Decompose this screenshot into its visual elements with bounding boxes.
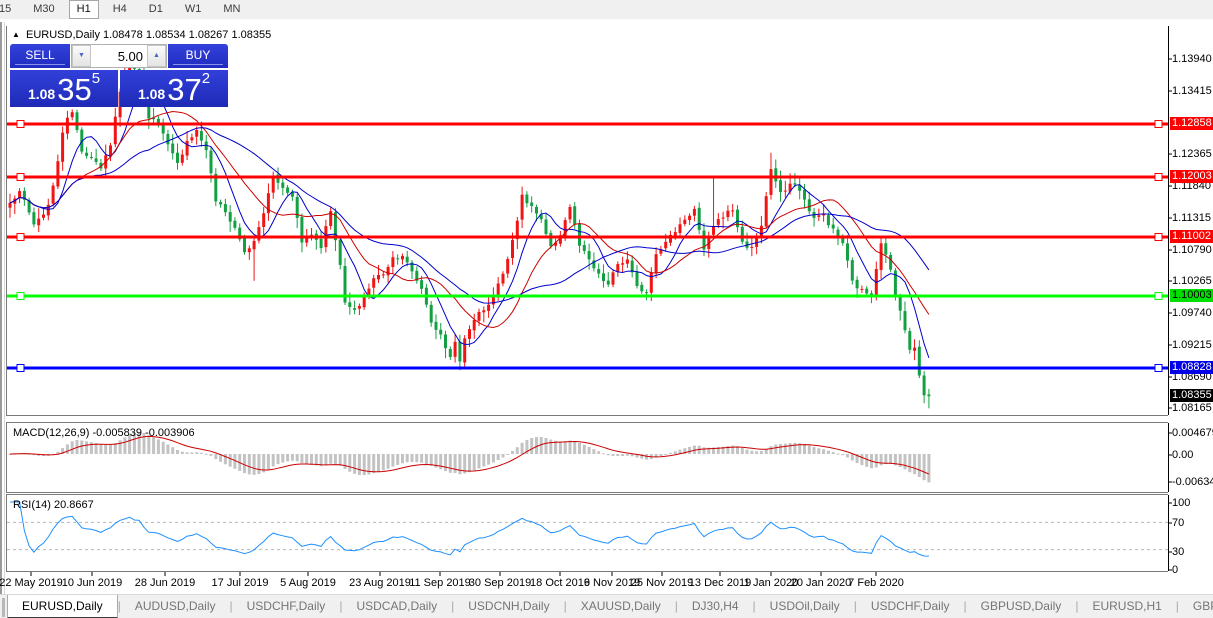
current-price-badge: 1.08355 xyxy=(1170,389,1213,402)
price-axis-label: 1.12365 xyxy=(1172,148,1212,160)
date-label: 23 Aug 2019 xyxy=(349,577,411,589)
macd-axis-label: -0.00634 xyxy=(1172,476,1213,488)
date-label: 30 Sep 2019 xyxy=(468,577,532,589)
rsi-axis-label: 0 xyxy=(1172,564,1179,576)
buy-price-panel[interactable]: 1.08 37 2 xyxy=(120,70,228,107)
rsi-axis-label: 70 xyxy=(1172,517,1185,529)
tab-xauusd-daily[interactable]: XAUUSD,Daily xyxy=(567,595,675,618)
sell-price-big: 35 xyxy=(57,72,92,107)
tab-usdoil-daily[interactable]: USDOil,Daily xyxy=(756,595,854,618)
buy-price-big: 37 xyxy=(167,72,202,107)
tab-usdchf-daily[interactable]: USDCHF,Daily xyxy=(233,595,340,618)
tab-usdcad-daily[interactable]: USDCAD,Daily xyxy=(342,595,451,618)
date-label: 5 Aug 2019 xyxy=(280,577,336,589)
level-line-handle[interactable] xyxy=(1154,173,1163,181)
date-label: 7 Feb 2020 xyxy=(848,577,904,589)
price-axis-label: 1.10265 xyxy=(1172,275,1212,287)
sell-price-panel[interactable]: 1.08 35 5 xyxy=(10,70,118,107)
tab-bar-gripper xyxy=(2,598,5,617)
tab-eurusd-h1[interactable]: EURUSD,H1 xyxy=(1078,595,1175,618)
rsi-indicator-label: RSI(14) 20.8667 xyxy=(13,499,94,511)
level-line-handle[interactable] xyxy=(1154,292,1163,300)
buy-price-pip: 2 xyxy=(201,70,211,87)
price-axis-label: 1.10790 xyxy=(1172,244,1212,256)
date-label: 28 Jun 2019 xyxy=(134,577,196,589)
tab-gbpusd-daily[interactable]: GBPUSD,Daily xyxy=(967,595,1076,618)
rsi-axis-label: 100 xyxy=(1172,497,1191,509)
price-axis-label: 1.09740 xyxy=(1172,307,1212,319)
date-label: 13 Dec 2019 xyxy=(688,577,752,589)
price-axis-label: 1.09215 xyxy=(1172,339,1212,351)
macd-axis-label: 0.00 xyxy=(1172,449,1194,461)
chart-title-ohlc: EURUSD,Daily 1.08478 1.08534 1.08267 1.0… xyxy=(26,29,272,41)
level-line-handle[interactable] xyxy=(16,292,25,300)
rsi-axis-label: 30 xyxy=(1172,546,1185,558)
level-line-handle[interactable] xyxy=(16,364,25,372)
moving-average-line-30 xyxy=(9,127,930,304)
date-label: 18 Oct 2019 xyxy=(530,577,590,589)
sell-price-prefix: 1.08 xyxy=(27,86,56,102)
date-label: 10 Jun 2019 xyxy=(61,577,123,589)
level-line-handle[interactable] xyxy=(16,120,25,128)
volume-stepper: ▼ ▲ xyxy=(71,44,167,68)
level-line-handle[interactable] xyxy=(1154,364,1163,372)
level-price-badge: 1.10003 xyxy=(1170,289,1213,302)
chart-tab-bar: EURUSD,Daily | AUDUSD,Daily | USDCHF,Daily | U… xyxy=(0,594,1213,618)
tab-gbpaud-h1[interactable]: GBPAUD,H1 xyxy=(1179,595,1213,618)
mt4-window: 15 M30 H1 H4 D1 W1 MN ▲ EURUSD,Daily 1.08478 1… xyxy=(0,0,1213,618)
level-line-handle[interactable] xyxy=(1154,120,1163,128)
level-price-badge: 1.11002 xyxy=(1170,230,1213,243)
level-line-handle[interactable] xyxy=(16,173,25,181)
macd-histogram xyxy=(8,431,931,483)
sell-price-pip: 5 xyxy=(91,70,101,87)
sell-button[interactable]: SELL xyxy=(10,44,70,68)
price-axis-label: 1.13415 xyxy=(1172,85,1212,97)
macd-indicator-label: MACD(12,26,9) -0.005839 -0.003906 xyxy=(13,427,195,439)
price-axis-label: 1.13940 xyxy=(1172,53,1212,65)
level-price-badge: 1.12858 xyxy=(1170,117,1213,130)
tab-dj30-h4[interactable]: DJ30,H4 xyxy=(678,595,753,618)
trade-panel-collapse-icon[interactable]: ▲ xyxy=(12,30,20,39)
rsi-line xyxy=(10,501,929,557)
volume-decrease-button[interactable]: ▼ xyxy=(72,45,91,67)
level-line-handle[interactable] xyxy=(1154,233,1163,241)
date-label: 17 Jul 2019 xyxy=(211,577,269,589)
tab-usdcnh-daily[interactable]: USDCNH,Daily xyxy=(454,595,563,618)
tab-eurusd-daily[interactable]: EURUSD,Daily xyxy=(7,595,118,618)
price-axis-label: 1.08165 xyxy=(1172,402,1212,414)
level-price-badge: 1.08828 xyxy=(1170,361,1213,374)
volume-input[interactable] xyxy=(91,45,147,67)
buy-price-prefix: 1.08 xyxy=(137,86,166,102)
date-label: 22 May 2019 xyxy=(0,577,63,589)
tab-usdchf-daily[interactable]: USDCHF,Daily xyxy=(857,595,964,618)
one-click-trading-panel: SELL ▼ ▲ BUY 1.08 35 5 1.08 37 2 xyxy=(10,44,228,107)
level-line-handle[interactable] xyxy=(16,233,25,241)
macd-axis-label: 0.004679 xyxy=(1172,427,1213,439)
buy-button[interactable]: BUY xyxy=(168,44,228,68)
volume-increase-button[interactable]: ▲ xyxy=(147,45,166,67)
level-price-badge: 1.12003 xyxy=(1170,170,1213,183)
date-label: 25 Nov 2019 xyxy=(630,577,694,589)
date-label: 20 Jan 2020 xyxy=(790,577,852,589)
date-label: 11 Sep 2019 xyxy=(409,577,471,589)
tab-audusd-daily[interactable]: AUDUSD,Daily xyxy=(121,595,230,618)
price-axis-label: 1.11315 xyxy=(1172,212,1211,224)
